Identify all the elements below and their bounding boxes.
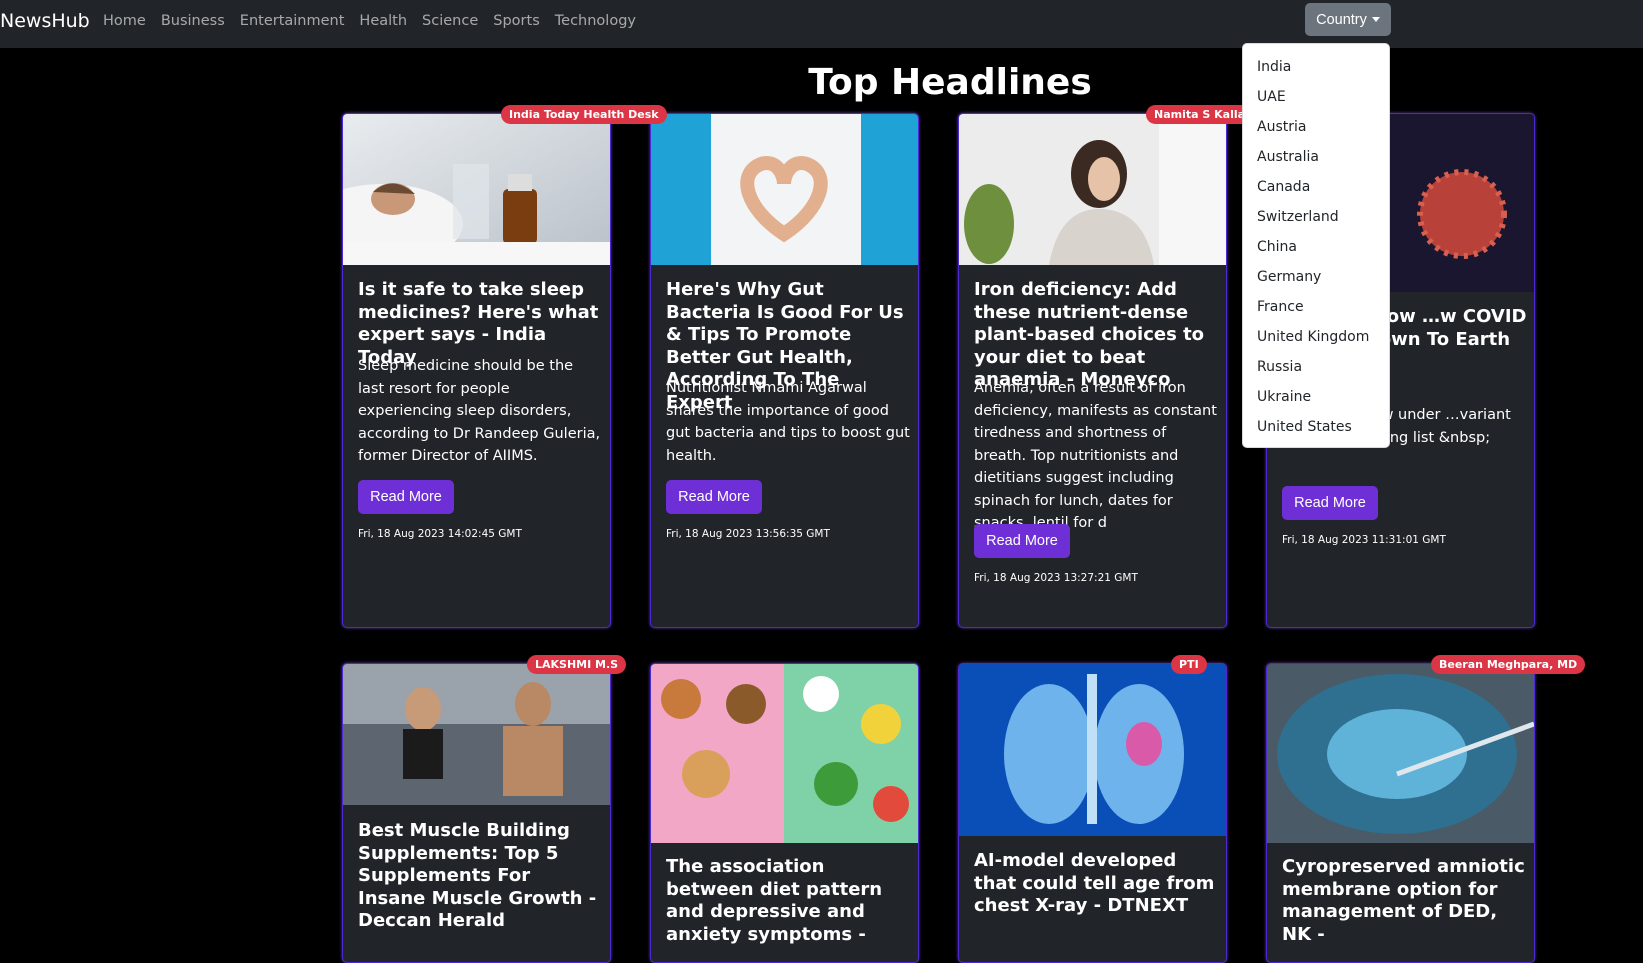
dropdown-item-canada[interactable]: Canada <box>1243 172 1389 202</box>
news-card: PTI AI-model developed that could tell a… <box>958 655 1227 963</box>
dropdown-item-australia[interactable]: Australia <box>1243 142 1389 172</box>
card-title: Iron deficiency: Add these nutrient-dens… <box>974 279 1205 390</box>
card-title: Best Muscle Building Supplements: Top 5 … <box>358 820 597 931</box>
card-title: AI-model developed that could tell age f… <box>974 850 1215 916</box>
news-card: The association between diet pattern and… <box>650 663 919 963</box>
author-badge: India Today Health Desk <box>501 105 667 124</box>
dropdown-item-switzerland[interactable]: Switzerland <box>1243 202 1389 232</box>
author-badge: PTI <box>1171 655 1207 674</box>
dropdown-item-ukraine[interactable]: Ukraine <box>1243 382 1389 412</box>
nav-link-entertainment[interactable]: Entertainment <box>240 13 345 29</box>
card-description: Nutritionist Nmami Agarwal shares the im… <box>666 380 910 464</box>
page-title: Top Headlines <box>808 62 1092 103</box>
news-image[interactable] <box>651 664 918 843</box>
news-image[interactable] <box>343 664 610 805</box>
news-card: Namita S Kalla Iron deficiency: Add thes… <box>958 105 1254 628</box>
read-more-button[interactable]: Read More <box>358 480 454 514</box>
caret-down-icon <box>1371 17 1380 22</box>
news-image[interactable] <box>959 664 1226 836</box>
publish-date: Fri, 18 Aug 2023 14:02:45 GMT <box>358 528 522 540</box>
nav-links: Home Business Entertainment Health Scien… <box>103 13 651 29</box>
country-dropdown-menu: India UAE Austria Australia Canada Switz… <box>1242 43 1390 448</box>
nav-link-business[interactable]: Business <box>161 13 225 29</box>
nav-link-technology[interactable]: Technology <box>555 13 636 29</box>
card-description: Sleep medicine should be the last resort… <box>358 358 601 464</box>
nav-link-sports[interactable]: Sports <box>493 13 539 29</box>
publish-date: Fri, 18 Aug 2023 13:56:35 GMT <box>666 528 830 540</box>
dropdown-item-united-kingdom[interactable]: United Kingdom <box>1243 322 1389 352</box>
read-more-button[interactable]: Read More <box>974 524 1070 558</box>
news-card: India Today Health Desk Is it safe to ta… <box>342 105 667 628</box>
news-image[interactable] <box>1267 664 1534 843</box>
navbar: NewsHub Home Business Entertainment Heal… <box>0 0 1643 48</box>
news-card: Beeran Meghpara, MD Cyropreserved amniot… <box>1266 655 1586 963</box>
nav-link-science[interactable]: Science <box>422 13 478 29</box>
news-card: LAKSHMI M.S Best Muscle Building Supplem… <box>342 655 627 963</box>
dropdown-item-china[interactable]: China <box>1243 232 1389 262</box>
author-badge: LAKSHMI M.S <box>527 655 627 674</box>
news-image[interactable] <box>959 114 1226 265</box>
dropdown-item-germany[interactable]: Germany <box>1243 262 1389 292</box>
nav-link-home[interactable]: Home <box>103 13 146 29</box>
dropdown-item-austria[interactable]: Austria <box>1243 112 1389 142</box>
publish-date: Fri, 18 Aug 2023 11:31:01 GMT <box>1282 534 1446 546</box>
read-more-button[interactable]: Read More <box>666 480 762 514</box>
author-badge: Namita S Kalla <box>1146 105 1254 124</box>
card-description: Anemia, often a result of iron deficienc… <box>974 380 1217 531</box>
news-image[interactable] <box>343 114 610 265</box>
author-badge: Beeran Meghpara, MD <box>1431 655 1586 674</box>
dropdown-item-india[interactable]: India <box>1243 52 1389 82</box>
read-more-button[interactable]: Read More <box>1282 486 1378 520</box>
dropdown-item-uae[interactable]: UAE <box>1243 82 1389 112</box>
country-button-label: Country <box>1316 11 1367 28</box>
news-image[interactable] <box>651 114 918 265</box>
dropdown-item-russia[interactable]: Russia <box>1243 352 1389 382</box>
nav-link-health[interactable]: Health <box>359 13 407 29</box>
brand-logo[interactable]: NewsHub <box>0 10 90 32</box>
dropdown-item-france[interactable]: France <box>1243 292 1389 322</box>
news-card: Here's Why Gut Bacteria Is Good For Us &… <box>650 113 919 628</box>
dropdown-item-united-states[interactable]: United States <box>1243 412 1389 442</box>
country-dropdown-button[interactable]: Country <box>1305 3 1391 36</box>
publish-date: Fri, 18 Aug 2023 13:27:21 GMT <box>974 572 1138 584</box>
